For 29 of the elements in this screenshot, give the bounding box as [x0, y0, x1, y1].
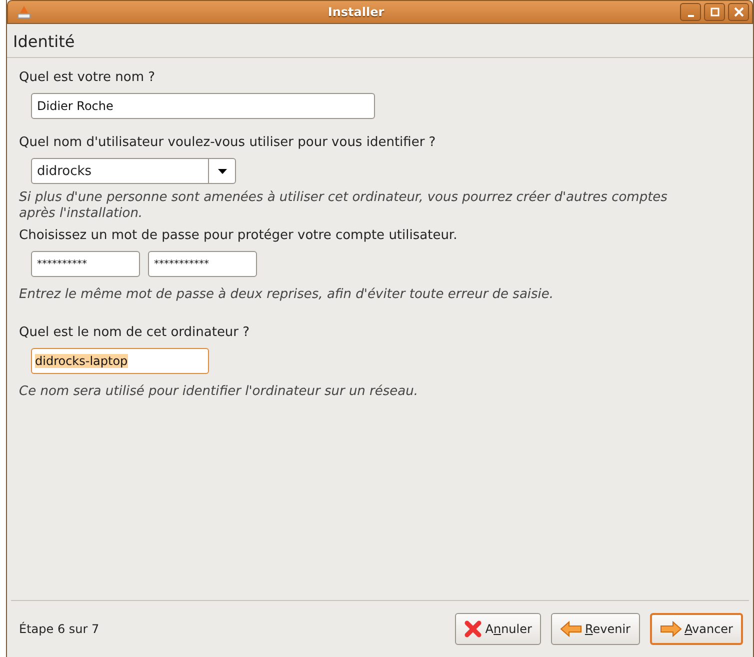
- name-label: Quel est votre nom ?: [19, 70, 156, 85]
- forward-button[interactable]: Avancer: [650, 613, 743, 645]
- username-hint: Si plus d'une personne sont amenées à utiliser cet ordinateur, vous pourrez créer d'autres comptes après l'installation.: [19, 190, 668, 222]
- username-label: Quel nom d'utilisateur voulez-vous utiliser pour vous identifier ?: [19, 135, 436, 150]
- username-combo[interactable]: didrocks: [31, 158, 236, 184]
- maximize-button[interactable]: [704, 3, 725, 21]
- page-heading: Identité: [7, 24, 753, 58]
- password-hint: Entrez le même mot de passe à deux reprises, afin d'éviter toute erreur de saisie.: [19, 287, 554, 303]
- cancel-button[interactable]: Annuler: [455, 613, 541, 645]
- password-field[interactable]: ***********: [148, 251, 257, 277]
- cross-icon: [464, 620, 482, 638]
- close-button[interactable]: [728, 3, 749, 21]
- hostname-label: Quel est le nom de cet ordinateur ?: [19, 325, 250, 340]
- step-status: Étape 6 sur 7: [19, 622, 100, 636]
- close-icon: [734, 7, 744, 17]
- installer-icon: [16, 4, 32, 20]
- back-button[interactable]: Revenir: [550, 613, 640, 645]
- maximize-icon: [710, 7, 720, 17]
- dropdown-icon: [218, 168, 226, 174]
- hostname-field[interactable]: didrocks-laptop: [31, 348, 209, 374]
- name-field[interactable]: Didier Roche: [31, 93, 375, 119]
- minimize-icon: [688, 14, 694, 16]
- window-title: Installer: [326, 5, 386, 19]
- password-label: Choisissez un mot de passe pour protéger votre compte utilisateur.: [19, 228, 458, 243]
- left-arrow-icon: [560, 621, 582, 637]
- right-arrow-icon: [660, 621, 682, 637]
- minimize-button[interactable]: [680, 3, 701, 21]
- hostname-hint: Ce nom sera utilisé pour identifier l'ordinateur sur un réseau.: [19, 384, 418, 400]
- password-field[interactable]: **********: [31, 251, 140, 277]
